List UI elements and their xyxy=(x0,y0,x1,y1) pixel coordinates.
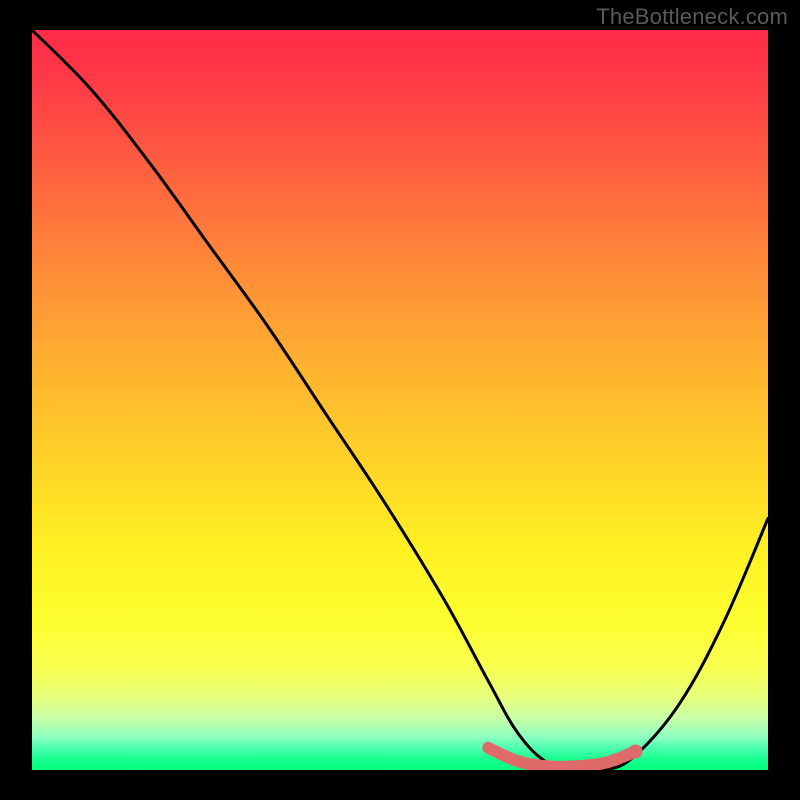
optimal-range-path xyxy=(488,748,635,767)
optimal-range-endpoint xyxy=(629,745,643,759)
watermark-text: TheBottleneck.com xyxy=(596,4,788,30)
plot-area xyxy=(32,30,768,770)
chart-svg xyxy=(32,30,768,770)
bottleneck-curve-path xyxy=(32,30,768,770)
